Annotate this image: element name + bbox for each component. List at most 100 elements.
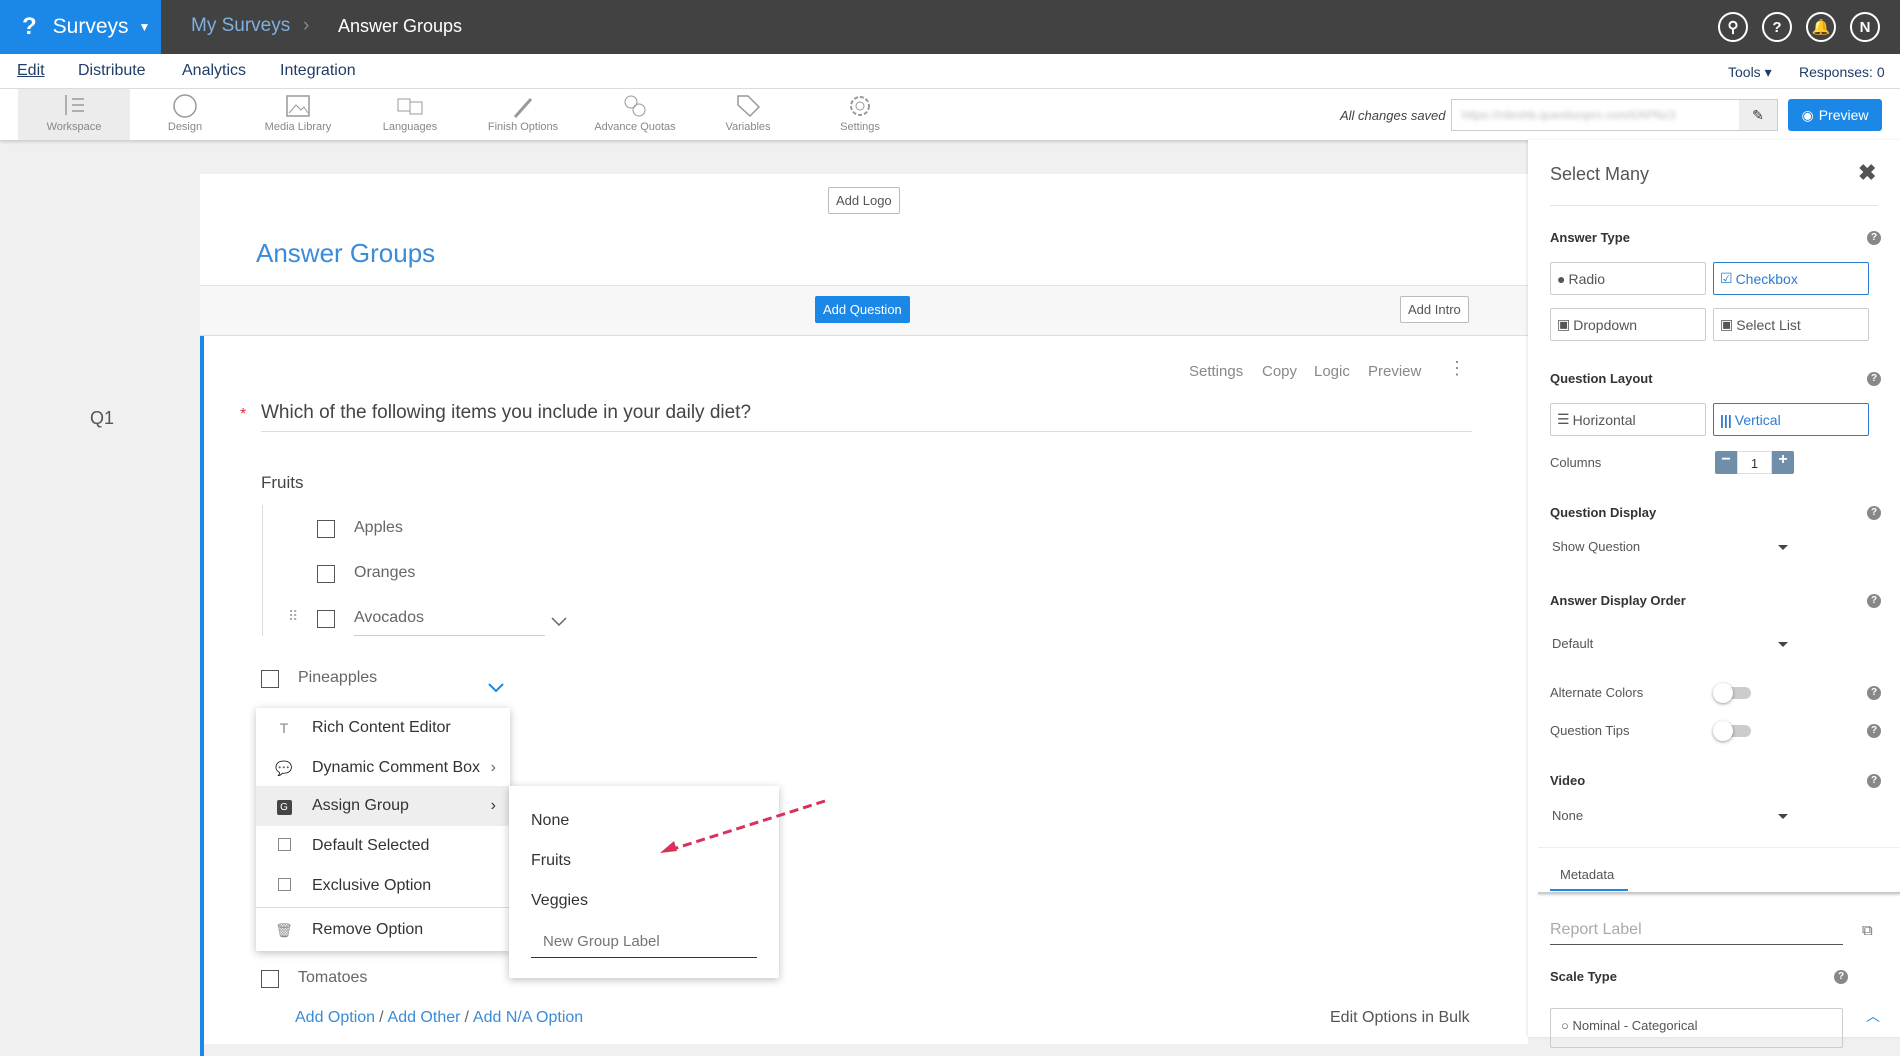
tab-integration[interactable]: Integration bbox=[280, 62, 356, 80]
help-icon[interactable]: ? bbox=[1867, 774, 1881, 788]
breadcrumb-my-surveys[interactable]: My Surveys bbox=[191, 15, 290, 37]
report-label-input[interactable]: Report Label bbox=[1550, 921, 1642, 939]
caret-down-icon bbox=[1778, 545, 1788, 550]
design-button[interactable]: Design bbox=[129, 89, 241, 140]
workspace-icon bbox=[65, 95, 84, 115]
help-icon[interactable]: ? bbox=[1867, 372, 1881, 386]
help-icon[interactable]: ? bbox=[1834, 970, 1848, 984]
add-other-link[interactable]: Add Other bbox=[388, 1009, 461, 1027]
more-vertical-icon[interactable]: ⋮ bbox=[1448, 358, 1466, 379]
chevron-down-icon[interactable] bbox=[551, 617, 567, 627]
option-checkbox[interactable] bbox=[317, 610, 335, 628]
advance-quotas-button[interactable]: Advance Quotas bbox=[579, 89, 691, 140]
help-icon[interactable]: ? bbox=[1762, 12, 1792, 42]
option-label[interactable]: Tomatoes bbox=[298, 969, 367, 987]
video-select[interactable]: None bbox=[1552, 807, 1788, 827]
menu-item-exclusive-option[interactable]: Exclusive Option bbox=[256, 866, 510, 906]
add-na-option-link[interactable]: Add N/A Option bbox=[473, 1009, 583, 1027]
answer-display-order-select[interactable]: Default bbox=[1552, 635, 1788, 655]
group-label[interactable]: Fruits bbox=[261, 473, 304, 493]
answer-display-order-label: Answer Display Order bbox=[1550, 593, 1686, 608]
answer-type-select-list[interactable]: ▣ Select List bbox=[1713, 308, 1869, 341]
drag-handle-icon[interactable]: ⠿ bbox=[288, 608, 298, 625]
search-icon[interactable]: ⚲ bbox=[1718, 12, 1748, 42]
external-link-icon[interactable]: ⧉ bbox=[1862, 922, 1873, 939]
preview-button[interactable]: ◉ Preview bbox=[1788, 99, 1882, 131]
decrement-button[interactable]: − bbox=[1715, 451, 1737, 474]
survey-title[interactable]: Answer Groups bbox=[256, 238, 435, 269]
menu-item-default-selected[interactable]: Default Selected bbox=[256, 826, 510, 866]
avatar[interactable]: N bbox=[1850, 12, 1880, 42]
active-question-indicator bbox=[200, 336, 204, 1056]
increment-button[interactable]: + bbox=[1772, 451, 1794, 474]
layout-horizontal[interactable]: ☰ Horizontal bbox=[1550, 403, 1706, 436]
new-group-label-input[interactable] bbox=[531, 926, 757, 958]
group-option-fruits[interactable]: Fruits bbox=[531, 852, 571, 870]
alternate-colors-toggle[interactable] bbox=[1713, 683, 1751, 703]
option-checkbox[interactable] bbox=[261, 970, 279, 988]
chevron-down-icon[interactable] bbox=[488, 683, 504, 693]
question-tips-label: Question Tips bbox=[1550, 723, 1630, 738]
option-label[interactable]: Pineapples bbox=[298, 669, 377, 687]
group-option-veggies[interactable]: Veggies bbox=[531, 892, 588, 910]
help-icon[interactable]: ? bbox=[1867, 231, 1881, 245]
menu-item-assign-group[interactable]: G Assign Group › bbox=[256, 786, 510, 826]
help-icon[interactable]: ? bbox=[1867, 594, 1881, 608]
help-icon[interactable]: ? bbox=[1867, 724, 1881, 738]
app-switcher[interactable]: ? Surveys ▼ bbox=[0, 0, 161, 54]
answer-type-radio[interactable]: ● Radio bbox=[1550, 262, 1706, 295]
variables-button[interactable]: Variables bbox=[692, 89, 804, 140]
question-tips-toggle[interactable] bbox=[1713, 721, 1751, 741]
layout-vertical[interactable]: ||| Vertical bbox=[1713, 403, 1869, 436]
bell-icon[interactable]: 🔔 bbox=[1806, 12, 1836, 42]
workspace-button[interactable]: Workspace bbox=[18, 89, 130, 140]
menu-item-rich-content-editor[interactable]: T Rich Content Editor bbox=[256, 708, 510, 748]
option-checkbox[interactable] bbox=[317, 520, 335, 538]
group-option-none[interactable]: None bbox=[531, 812, 569, 830]
edit-url-icon[interactable]: ✎ bbox=[1739, 100, 1777, 130]
question-text[interactable]: Which of the following items you include… bbox=[261, 402, 751, 424]
question-settings-link[interactable]: Settings bbox=[1189, 363, 1243, 380]
question-preview-link[interactable]: Preview bbox=[1368, 363, 1421, 380]
tag-icon bbox=[737, 95, 761, 118]
add-option-link[interactable]: Add Option bbox=[295, 1009, 375, 1027]
add-question-button[interactable]: Add Question bbox=[815, 296, 910, 323]
option-checkbox[interactable] bbox=[261, 670, 279, 688]
scale-type-option-nominal[interactable]: ○ Nominal - Categorical bbox=[1550, 1008, 1843, 1048]
magic-wand-icon bbox=[513, 98, 533, 118]
columns-label: Columns bbox=[1550, 455, 1602, 470]
option-label[interactable]: Avocados bbox=[354, 609, 424, 627]
option-checkbox[interactable] bbox=[317, 565, 335, 583]
question-display-select[interactable]: Show Question bbox=[1552, 538, 1788, 558]
question-logic-link[interactable]: Logic bbox=[1314, 363, 1350, 380]
tab-analytics[interactable]: Analytics bbox=[182, 62, 246, 80]
menu-item-dynamic-comment-box[interactable]: 💬 Dynamic Comment Box › bbox=[256, 748, 510, 788]
tools-menu[interactable]: Tools ▾ bbox=[1728, 64, 1772, 81]
question-copy-link[interactable]: Copy bbox=[1262, 363, 1297, 380]
columns-value[interactable]: 1 bbox=[1737, 451, 1772, 474]
help-icon[interactable]: ? bbox=[1867, 686, 1881, 700]
add-intro-button[interactable]: Add Intro bbox=[1400, 296, 1469, 323]
tab-distribute[interactable]: Distribute bbox=[78, 62, 146, 80]
radio-empty-icon: ○ bbox=[1561, 1018, 1569, 1033]
tab-metadata[interactable]: Metadata bbox=[1560, 867, 1614, 882]
chevron-up-icon[interactable]: ︿ bbox=[1866, 1006, 1880, 1026]
add-logo-button[interactable]: Add Logo bbox=[828, 187, 900, 214]
languages-button[interactable]: Languages bbox=[354, 89, 466, 140]
answer-type-dropdown[interactable]: ▣ Dropdown bbox=[1550, 308, 1706, 341]
media-library-button[interactable]: Media Library bbox=[242, 89, 354, 140]
option-label[interactable]: Apples bbox=[354, 519, 403, 537]
help-icon[interactable]: ? bbox=[1867, 506, 1881, 520]
columns-stepper: − 1 + bbox=[1715, 451, 1794, 474]
answer-type-checkbox[interactable]: ☑ Checkbox bbox=[1713, 262, 1869, 295]
option-label[interactable]: Oranges bbox=[354, 564, 415, 582]
menu-item-remove-option[interactable]: 🗑 Remove Option bbox=[256, 910, 510, 950]
tab-edit[interactable]: Edit bbox=[17, 62, 45, 80]
caret-down-icon bbox=[1778, 814, 1788, 819]
edit-options-bulk-link[interactable]: Edit Options in Bulk bbox=[1330, 1009, 1470, 1027]
survey-url-field[interactable]: https://nileshb.questionpro.com/t/APNz3 … bbox=[1451, 99, 1778, 131]
finish-options-button[interactable]: Finish Options bbox=[467, 89, 579, 140]
settings-button[interactable]: Settings bbox=[804, 89, 916, 140]
vertical-icon: ||| bbox=[1720, 411, 1732, 428]
close-icon[interactable]: ✖ bbox=[1858, 160, 1876, 186]
